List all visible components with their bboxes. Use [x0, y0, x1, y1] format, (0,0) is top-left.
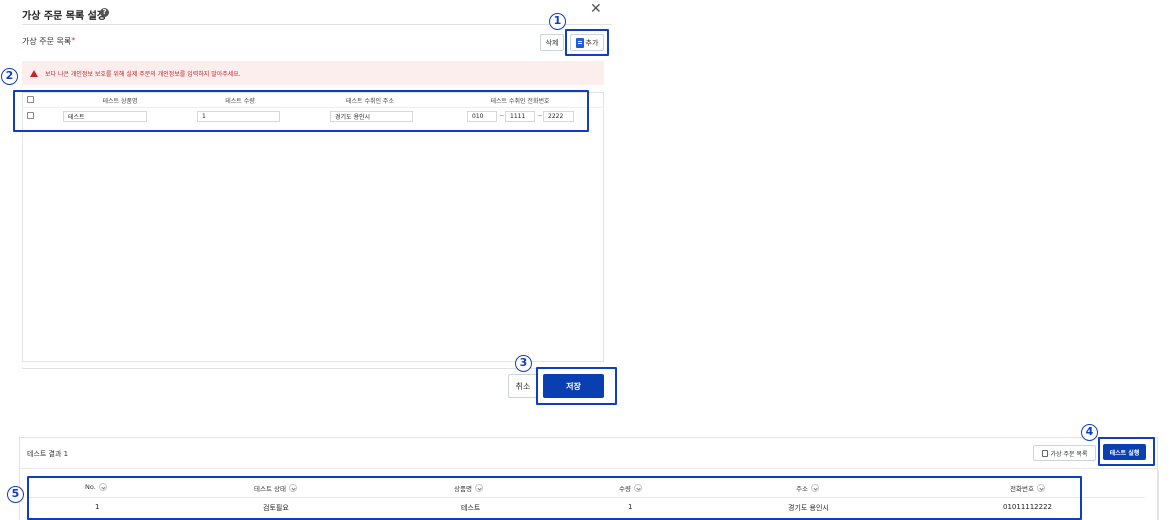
annotation-number-1: 1	[549, 13, 566, 30]
divider	[22, 24, 612, 25]
required-mark: *	[71, 36, 76, 45]
warning-icon	[30, 69, 38, 77]
virtual-order-list-label: 가상 주문 목록*	[22, 36, 75, 47]
close-icon[interactable]: ✕	[590, 1, 602, 17]
cancel-button[interactable]: 취소	[508, 374, 538, 398]
privacy-warning-banner: 보다 나은 개인정보 보호를 위해 실제 주문의 개인정보를 입력하지 말아주세…	[22, 61, 604, 85]
virtual-order-table	[22, 92, 604, 362]
dialog-title: 가상 주문 목록 설정	[22, 11, 107, 22]
highlight-box-4	[1098, 437, 1155, 466]
highlight-box-2	[13, 90, 589, 132]
divider	[20, 468, 1157, 469]
virtual-order-list-button[interactable]: 가상 주문 목록	[1033, 445, 1096, 461]
results-title: 테스트 결과 1	[27, 450, 69, 458]
annotation-number-2: 2	[1, 68, 18, 85]
annotation-number-4: 4	[1081, 424, 1098, 441]
list-label-text: 가상 주문 목록	[22, 37, 72, 46]
highlight-box-3	[536, 367, 617, 405]
highlight-box-1	[565, 29, 609, 56]
annotation-number-5: 5	[7, 486, 24, 503]
delete-button[interactable]: 삭제	[540, 34, 564, 51]
annotation-number-3: 3	[515, 355, 532, 372]
help-icon[interactable]: ?	[100, 8, 109, 17]
warning-text: 보다 나은 개인정보 보호를 위해 실제 주문의 개인정보를 입력하지 말아주세…	[45, 70, 241, 78]
divider	[1158, 470, 1159, 520]
list-button-label: 가상 주문 목록	[1050, 450, 1088, 458]
list-icon	[1041, 449, 1048, 457]
highlight-box-5	[27, 476, 1082, 520]
